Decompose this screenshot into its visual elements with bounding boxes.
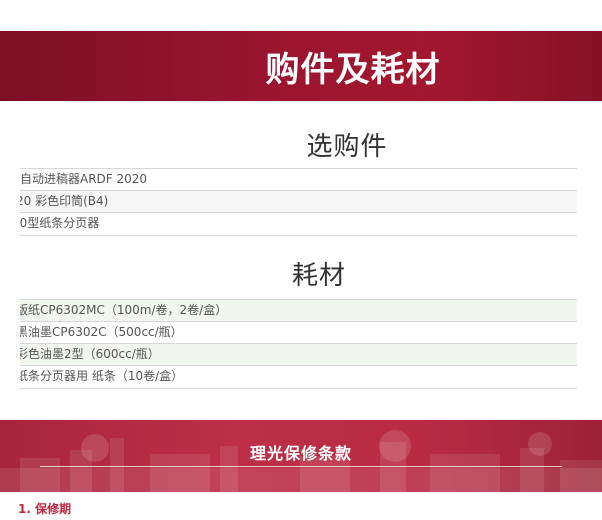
options-table: 自动进稿器ARDF 2020 20 彩色印筒(B4) 20型纸条分页器: [20, 168, 577, 236]
warranty-banner: 理光保修条款: [0, 420, 602, 492]
main-content: 选购件 自动进稿器ARDF 2020 20 彩色印筒(B4) 20型纸条分页器 …: [0, 101, 602, 407]
table-cell: 20型纸条分页器: [20, 216, 100, 230]
table-cell: 彩色油墨2型（600cc/瓶）: [20, 347, 160, 361]
table-row: 彩色油墨2型（600cc/瓶）: [20, 344, 577, 366]
table-row: 20 彩色印筒(B4): [20, 191, 577, 213]
table-row: 20型纸条分页器: [20, 213, 577, 235]
table-row: 黑油墨CP6302C（500cc/瓶）: [20, 322, 577, 344]
table-cell: 黑油墨CP6302C（500cc/瓶）: [20, 325, 183, 339]
warranty-title: 理光保修条款: [249, 444, 352, 463]
supplies-table: 版纸CP6302MC（100m/卷，2卷/盒） 黑油墨CP6302C（500cc…: [20, 299, 577, 389]
options-section-title: 选购件: [306, 132, 388, 162]
table-row: 纸条分页器用 纸条（10卷/盒）: [20, 366, 577, 388]
table-cell: 纸条分页器用 纸条（10卷/盒）: [20, 369, 184, 383]
table-row: 自动进稿器ARDF 2020: [20, 169, 577, 191]
warranty-title-divider: [40, 466, 562, 467]
header-banner: 购件及耗材: [0, 31, 602, 101]
warranty-content: 1. 保修期: [0, 492, 602, 520]
table-row: 版纸CP6302MC（100m/卷，2卷/盒）: [20, 300, 577, 322]
top-whitespace: [0, 0, 602, 31]
supplies-section-title: 耗材: [291, 261, 346, 291]
page-title: 购件及耗材: [265, 49, 441, 90]
warranty-item-1: 1. 保修期: [18, 502, 72, 516]
table-cell: 版纸CP6302MC（100m/卷，2卷/盒）: [20, 303, 228, 317]
table-cell: 20 彩色印筒(B4): [20, 194, 109, 208]
table-cell: 自动进稿器ARDF 2020: [20, 172, 148, 186]
